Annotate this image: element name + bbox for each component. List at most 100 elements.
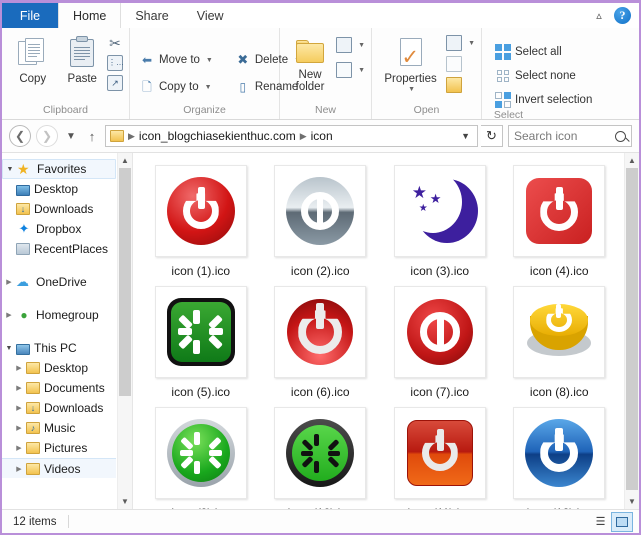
file-pane-scrollbar[interactable]: ▲ ▼ <box>624 153 639 509</box>
sidebar-item-desktop[interactable]: Desktop <box>2 179 116 199</box>
scrollbar-thumb[interactable] <box>626 168 638 490</box>
rename-icon: ▯ <box>239 80 247 94</box>
recent-locations-button[interactable]: ▼ <box>63 125 79 147</box>
breadcrumb-item-1[interactable]: icon <box>311 129 333 143</box>
file-item[interactable]: icon (5).ico <box>141 282 261 399</box>
tab-file[interactable]: File <box>2 3 58 28</box>
sidebar-item-pc-videos[interactable]: ▶ Videos <box>2 458 116 478</box>
up-button[interactable]: ↑ <box>84 125 100 147</box>
monitor-icon <box>16 184 30 196</box>
edit-icon <box>446 56 463 72</box>
sidebar-item-pc-downloads[interactable]: ▶ ↓ Downloads <box>2 398 116 418</box>
easy-access-icon <box>336 62 353 78</box>
chevron-down-icon[interactable]: ▼ <box>205 84 212 91</box>
file-item[interactable]: icon (9).ico <box>141 403 261 509</box>
file-item[interactable]: icon (12).ico <box>500 403 620 509</box>
file-item[interactable]: icon (10).ico <box>261 403 381 509</box>
expand-arrow-icon[interactable]: ▼ <box>3 166 17 173</box>
file-item[interactable]: icon (2).ico <box>261 161 381 278</box>
sidebar-item-pc-desktop[interactable]: ▶ Desktop <box>2 358 116 378</box>
expand-arrow-icon[interactable]: ▶ <box>12 465 26 473</box>
sidebar-item-dropbox[interactable]: ✦ Dropbox <box>2 219 116 239</box>
paste-button[interactable]: Paste <box>58 33 108 85</box>
search-input[interactable]: Search icon <box>508 125 632 147</box>
scrollbar-thumb[interactable] <box>119 168 131 396</box>
edit-button[interactable] <box>446 56 475 72</box>
new-folder-button[interactable]: New folder <box>286 33 334 93</box>
expand-arrow-icon[interactable]: ▼ <box>2 345 16 352</box>
file-thumbnail <box>274 407 367 499</box>
tab-view[interactable]: View <box>183 3 238 28</box>
details-view-button[interactable]: ☰ <box>589 512 611 532</box>
sidebar-item-pc-music[interactable]: ▶ ♪ Music <box>2 418 116 438</box>
file-list-pane[interactable]: icon (1).ico icon (2).ico ★ ★ ★ icon (3)… <box>133 153 639 509</box>
forward-button[interactable]: ❯ <box>36 125 58 147</box>
copy-to-button[interactable]: 🗋 Copy to ▼ <box>136 78 216 96</box>
sidebar-label: Desktop <box>44 361 89 375</box>
sidebar-item-this-pc[interactable]: ▼ This PC <box>2 338 116 358</box>
expand-arrow-icon[interactable]: ▶ <box>12 384 26 392</box>
tab-share[interactable]: Share <box>121 3 182 28</box>
chevron-down-icon[interactable]: ▼ <box>358 42 365 49</box>
history-button[interactable] <box>446 77 475 93</box>
expand-arrow-icon[interactable]: ▶ <box>12 404 26 412</box>
properties-button[interactable]: ✓ Properties ▼ <box>378 33 443 93</box>
sidebar-label: OneDrive <box>36 275 87 289</box>
file-item[interactable]: icon (1).ico <box>141 161 261 278</box>
invert-selection-button[interactable]: Invert selection <box>492 91 595 109</box>
chevron-down-icon[interactable]: ▼ <box>468 40 475 47</box>
chevron-up-icon[interactable]: ▵ <box>593 10 605 22</box>
move-to-button[interactable]: ⬅ Move to ▼ <box>136 51 216 69</box>
expand-arrow-icon[interactable]: ▶ <box>12 444 26 452</box>
sidebar-item-onedrive[interactable]: ▶ ☁ OneDrive <box>2 272 116 292</box>
sidebar-item-recentplaces[interactable]: RecentPlaces <box>2 239 116 259</box>
expand-arrow-icon[interactable]: ▶ <box>2 278 16 286</box>
expand-arrow-icon[interactable]: ▶ <box>12 424 26 432</box>
copy-button[interactable]: Copy <box>8 33 58 85</box>
select-none-button[interactable]: Select none <box>492 67 595 85</box>
status-bar: 12 items ☰ <box>2 509 639 533</box>
expand-arrow-icon[interactable]: ▶ <box>12 364 26 372</box>
easy-access-button[interactable]: ▼ <box>336 62 365 78</box>
paste-shortcut-icon[interactable]: ↗ <box>107 75 123 91</box>
sidebar-label: Music <box>44 421 76 435</box>
copy-path-icon[interactable]: ⋮… <box>107 55 124 71</box>
file-item[interactable]: icon (4).ico <box>500 161 620 278</box>
sidebar-item-favorites[interactable]: ▼ ★ Favorites <box>2 159 116 179</box>
expand-arrow-icon[interactable]: ▶ <box>2 311 16 319</box>
ribbon-group-open: ✓ Properties ▼ ▼ Open <box>372 28 482 119</box>
scissors-icon[interactable]: ✂ <box>107 35 123 51</box>
chevron-down-icon[interactable]: ▼ <box>358 67 365 74</box>
chevron-down-icon[interactable]: ▼ <box>408 86 415 93</box>
file-item[interactable]: icon (7).ico <box>380 282 500 399</box>
chevron-down-icon[interactable]: ▼ <box>206 57 213 64</box>
scroll-up-icon[interactable]: ▲ <box>625 153 639 168</box>
select-all-button[interactable]: Select all <box>492 43 595 61</box>
file-item[interactable]: icon (8).ico <box>500 282 620 399</box>
help-button[interactable]: ? <box>614 7 631 24</box>
breadcrumb[interactable]: ▶ icon_blogchiasekienthuc.com ▶ icon ▼ <box>105 125 478 147</box>
homegroup-icon: ● <box>20 308 28 322</box>
sidebar-scrollbar[interactable]: ▲ ▼ <box>117 153 132 509</box>
thumbnail-view-button[interactable] <box>611 511 633 532</box>
path-dropdown-button[interactable]: ▼ <box>456 131 475 141</box>
breadcrumb-item-0[interactable]: icon_blogchiasekienthuc.com <box>139 129 296 143</box>
back-button[interactable]: ❮ <box>9 125 31 147</box>
sidebar-item-homegroup[interactable]: ▶ ● Homegroup <box>2 305 116 325</box>
new-item-button[interactable]: ▼ <box>336 37 365 53</box>
details-view-icon: ☰ <box>595 516 606 528</box>
sidebar-item-pc-documents[interactable]: ▶ Documents <box>2 378 116 398</box>
scroll-down-icon[interactable]: ▼ <box>625 494 639 509</box>
scroll-down-icon[interactable]: ▼ <box>118 494 132 509</box>
music-folder-icon: ♪ <box>26 422 40 434</box>
sidebar-item-downloads[interactable]: ↓ Downloads <box>2 199 116 219</box>
sidebar-label: Favorites <box>37 162 87 176</box>
tab-home[interactable]: Home <box>58 3 122 28</box>
file-item[interactable]: icon (6).ico <box>261 282 381 399</box>
refresh-button[interactable]: ↻ <box>481 125 503 147</box>
file-item[interactable]: icon (11).ico <box>380 403 500 509</box>
file-item[interactable]: ★ ★ ★ icon (3).ico <box>380 161 500 278</box>
scroll-up-icon[interactable]: ▲ <box>118 153 132 168</box>
sidebar-item-pc-pictures[interactable]: ▶ Pictures <box>2 438 116 458</box>
open-with-button[interactable]: ▼ <box>446 35 475 51</box>
